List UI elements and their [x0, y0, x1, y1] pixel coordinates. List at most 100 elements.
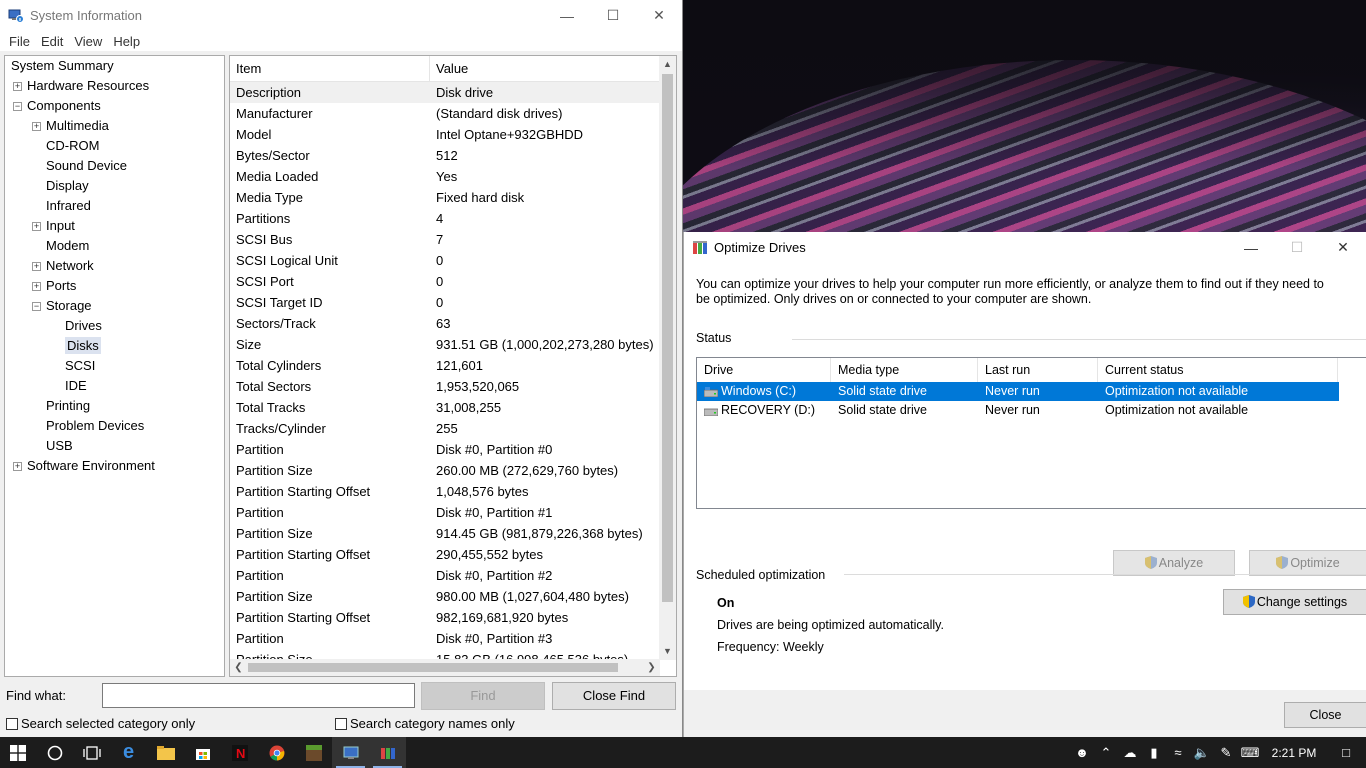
drive-list[interactable]: Drive Media type Last run Current status…	[696, 357, 1366, 509]
tree-node[interactable]: − Storage	[5, 296, 224, 316]
hscroll-thumb[interactable]	[248, 663, 618, 672]
vertical-scrollbar[interactable]: ▲ ▼	[659, 56, 676, 660]
wifi-icon[interactable]: ≈	[1166, 745, 1190, 760]
netflix-icon[interactable]: N	[221, 737, 258, 768]
scroll-thumb[interactable]	[662, 74, 673, 602]
menu-view[interactable]: View	[69, 34, 107, 49]
clock[interactable]: 2:21 PM	[1262, 746, 1326, 760]
search-selected-checkbox[interactable]: Search selected category only	[6, 716, 195, 731]
sysinfo-titlebar[interactable]: System Information — ☐ ✕	[0, 0, 682, 31]
menu-file[interactable]: File	[4, 34, 35, 49]
table-row[interactable]: Size 931.51 GB (1,000,202,273,280 bytes)	[230, 334, 660, 355]
table-row[interactable]: Sectors/Track 63	[230, 313, 660, 334]
people-icon[interactable]: ☻	[1070, 745, 1094, 760]
drive-row[interactable]: RECOVERY (D:) Solid state drive Never run O…	[697, 401, 1339, 420]
optimize-button[interactable]: Optimize	[1249, 550, 1366, 576]
tree-node[interactable]: + Software Environment	[5, 456, 224, 476]
table-row[interactable]: Partition Size 260.00 MB (272,629,760 byt…	[230, 460, 660, 481]
analyze-button[interactable]: Analyze	[1113, 550, 1235, 576]
edge-icon[interactable]: e	[110, 737, 147, 768]
onedrive-icon[interactable]: ☁	[1118, 745, 1142, 761]
table-row[interactable]: Partition Starting Offset 1,048,576 bytes	[230, 481, 660, 502]
tree-node[interactable]: Problem Devices	[5, 416, 224, 436]
find-input[interactable]	[102, 683, 415, 708]
maximize-icon[interactable]: ☐	[1274, 232, 1320, 263]
tree-node[interactable]: Disks	[5, 336, 224, 356]
table-row[interactable]: Media Loaded Yes	[230, 166, 660, 187]
expand-icon[interactable]: +	[13, 462, 22, 472]
start-icon[interactable]	[0, 737, 36, 768]
file-explorer-icon[interactable]	[147, 737, 184, 768]
tree-node[interactable]: CD-ROM	[5, 136, 224, 156]
table-row[interactable]: Partitions 4	[230, 208, 660, 229]
tree-node[interactable]: + Input	[5, 216, 224, 236]
table-row[interactable]: Partition Disk #0, Partition #3	[230, 628, 660, 649]
expand-icon[interactable]: +	[32, 122, 41, 132]
table-row[interactable]: Media Type Fixed hard disk	[230, 187, 660, 208]
column-media-type[interactable]: Media type	[831, 358, 978, 382]
cortana-icon[interactable]	[36, 737, 73, 768]
tree-node[interactable]: + Network	[5, 256, 224, 276]
table-row[interactable]: SCSI Logical Unit 0	[230, 250, 660, 271]
expand-icon[interactable]: +	[32, 262, 41, 272]
tree-node[interactable]: + Ports	[5, 276, 224, 296]
tree-node[interactable]: IDE	[5, 376, 224, 396]
table-row[interactable]: Total Cylinders 121,601	[230, 355, 660, 376]
expand-icon[interactable]: +	[32, 222, 41, 232]
table-row[interactable]: Bytes/Sector 512	[230, 145, 660, 166]
minecraft-icon[interactable]	[295, 737, 332, 768]
table-row[interactable]: Description Disk drive	[230, 82, 660, 103]
chevron-up-icon[interactable]: ⌃	[1094, 745, 1118, 761]
search-names-checkbox[interactable]: Search category names only	[335, 716, 515, 731]
table-row[interactable]: Partition Disk #0, Partition #0	[230, 439, 660, 460]
table-row[interactable]: Partition Starting Offset 290,455,552 byt…	[230, 544, 660, 565]
drive-row[interactable]: Windows (C:) Solid state drive Never run Op…	[697, 382, 1339, 401]
keyboard-icon[interactable]: ⌨	[1238, 745, 1262, 761]
table-row[interactable]: Tracks/Cylinder 255	[230, 418, 660, 439]
close-find-button[interactable]: Close Find	[552, 682, 676, 710]
column-last-run[interactable]: Last run	[978, 358, 1098, 382]
checkbox-box[interactable]	[335, 717, 347, 730]
tree-node[interactable]: + Multimedia	[5, 116, 224, 136]
column-current-status[interactable]: Current status	[1098, 358, 1338, 382]
store-icon[interactable]	[184, 737, 221, 768]
battery-icon[interactable]: ▮	[1142, 745, 1166, 761]
checkbox-box[interactable]	[6, 717, 18, 730]
table-row[interactable]: Partition Size 980.00 MB (1,027,604,480 b…	[230, 586, 660, 607]
table-row[interactable]: Partition Starting Offset 982,169,681,920…	[230, 607, 660, 628]
table-row[interactable]: Manufacturer (Standard disk drives)	[230, 103, 660, 124]
optimize-drives-taskbar-icon[interactable]	[369, 737, 406, 768]
tree-node[interactable]: System Summary	[5, 56, 224, 76]
table-row[interactable]: SCSI Target ID 0	[230, 292, 660, 313]
details-list[interactable]: Item Value Description Disk drive Manufact…	[229, 55, 677, 677]
scroll-right-icon[interactable]: ❯	[643, 659, 660, 676]
scroll-up-icon[interactable]: ▲	[659, 56, 676, 73]
table-row[interactable]: Partition Size 914.45 GB (981,879,226,368…	[230, 523, 660, 544]
column-drive[interactable]: Drive	[697, 358, 831, 382]
tree-node[interactable]: Sound Device	[5, 156, 224, 176]
scroll-left-icon[interactable]: ❮	[230, 659, 247, 676]
table-row[interactable]: Total Sectors 1,953,520,065	[230, 376, 660, 397]
pen-icon[interactable]: ✎	[1214, 745, 1238, 761]
close-button[interactable]: Close	[1284, 702, 1366, 728]
tree-node[interactable]: Display	[5, 176, 224, 196]
tree-node[interactable]: SCSI	[5, 356, 224, 376]
close-icon[interactable]: ✕	[1320, 232, 1366, 263]
table-row[interactable]: SCSI Port 0	[230, 271, 660, 292]
maximize-icon[interactable]: ☐	[590, 0, 636, 31]
table-row[interactable]: Partition Disk #0, Partition #2	[230, 565, 660, 586]
tree-node[interactable]: USB	[5, 436, 224, 456]
tree-node[interactable]: Infrared	[5, 196, 224, 216]
action-center-icon[interactable]: □	[1326, 745, 1366, 760]
horizontal-scrollbar[interactable]: ❮ ❯	[230, 659, 660, 676]
volume-icon[interactable]: 🔈	[1190, 745, 1214, 761]
task-view-icon[interactable]	[73, 737, 110, 768]
category-tree[interactable]: System Summary + Hardware Resources − Compon…	[4, 55, 225, 677]
expand-icon[interactable]: +	[13, 82, 22, 92]
table-row[interactable]: SCSI Bus 7	[230, 229, 660, 250]
collapse-icon[interactable]: −	[32, 302, 41, 312]
scroll-down-icon[interactable]: ▼	[659, 643, 676, 660]
system-information-taskbar-icon[interactable]	[332, 737, 369, 768]
tree-node[interactable]: + Hardware Resources	[5, 76, 224, 96]
change-settings-button[interactable]: Change settings	[1223, 589, 1366, 615]
